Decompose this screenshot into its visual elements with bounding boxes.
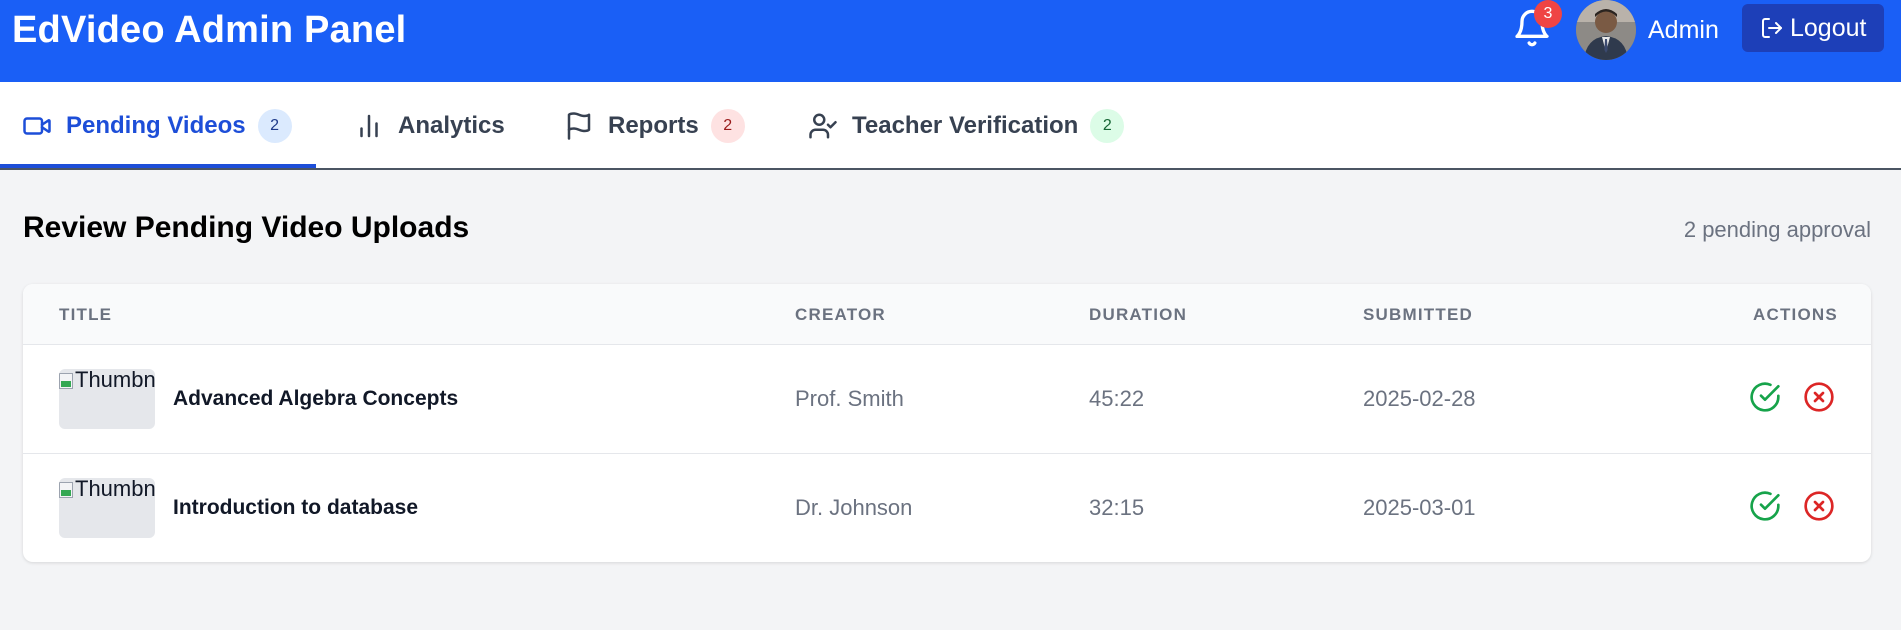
tab-label: Analytics (398, 112, 505, 139)
tab-teacher-verification[interactable]: Teacher Verification 2 (808, 82, 1125, 170)
tab-count-badge: 2 (257, 109, 292, 143)
reject-button[interactable] (1803, 381, 1835, 413)
video-thumbnail: Thumbnail (59, 369, 155, 429)
tab-pending-videos[interactable]: Pending Videos 2 (22, 82, 292, 170)
thumbnail-alt-text: Thumbnail (75, 478, 155, 501)
video-creator: Dr. Johnson (795, 495, 913, 520)
pending-videos-table: TITLE CREATOR DURATION SUBMITTED ACTIONS… (23, 284, 1871, 562)
column-header-actions: ACTIONS (1753, 305, 1838, 324)
column-header-duration: DURATION (1089, 305, 1188, 324)
top-header: EdVideo Admin Panel 3 Admin Logout (0, 0, 1901, 82)
reject-button[interactable] (1803, 490, 1835, 522)
approve-button[interactable] (1749, 490, 1781, 522)
tab-count-badge: 2 (710, 109, 745, 143)
pending-count-text: 2 pending approval (1683, 217, 1871, 242)
video-duration: 45:22 (1089, 386, 1145, 411)
table-header: TITLE CREATOR DURATION SUBMITTED ACTIONS (23, 284, 1871, 345)
column-header-title: TITLE (59, 305, 113, 324)
approve-button[interactable] (1749, 381, 1781, 413)
notification-count-badge: 3 (1534, 0, 1562, 28)
broken-image-icon (59, 373, 73, 389)
user-name: Admin (1648, 16, 1719, 44)
check-circle-icon (1750, 382, 1780, 412)
video-title: Advanced Algebra Concepts (173, 387, 459, 410)
flag-icon (567, 112, 591, 140)
tab-count-badge: 2 (1090, 109, 1125, 143)
tab-label: Teacher Verification (852, 112, 1079, 139)
avatar[interactable] (1576, 0, 1636, 60)
video-creator: Prof. Smith (795, 386, 904, 411)
video-duration: 32:15 (1089, 495, 1145, 520)
table-row: Thumbnail Advanced Algebra Concepts Prof… (23, 345, 1871, 454)
table-row: Thumbnail Introduction to database Dr. J… (23, 454, 1871, 562)
video-icon (23, 117, 51, 135)
thumbnail-alt-text: Thumbnail (75, 369, 155, 392)
bar-chart-icon (360, 114, 378, 138)
logout-icon (1762, 18, 1782, 38)
tab-bar: Pending Videos 2 Analytics Reports 2 Tea… (0, 82, 1901, 170)
tab-analytics[interactable]: Analytics (354, 82, 505, 170)
check-circle-icon (1750, 491, 1780, 521)
logout-label: Logout (1790, 13, 1867, 42)
logout-button[interactable]: Logout (1742, 4, 1884, 52)
tab-label: Pending Videos (66, 112, 246, 139)
column-header-creator: CREATOR (795, 305, 886, 324)
x-circle-icon (1804, 382, 1834, 412)
video-submitted-date: 2025-02-28 (1363, 386, 1476, 411)
video-submitted-date: 2025-03-01 (1363, 495, 1476, 520)
x-circle-icon (1804, 491, 1834, 521)
app-title: EdVideo Admin Panel (12, 9, 407, 51)
page-title: Review Pending Video Uploads (23, 211, 470, 244)
column-header-submitted: SUBMITTED (1363, 305, 1473, 324)
active-tab-indicator (0, 164, 316, 168)
video-title: Introduction to database (173, 496, 419, 519)
user-check-icon (809, 113, 837, 139)
broken-image-icon (59, 482, 73, 498)
tab-label: Reports (608, 112, 699, 139)
tab-reports[interactable]: Reports 2 (564, 82, 745, 170)
video-thumbnail: Thumbnail (59, 478, 155, 538)
